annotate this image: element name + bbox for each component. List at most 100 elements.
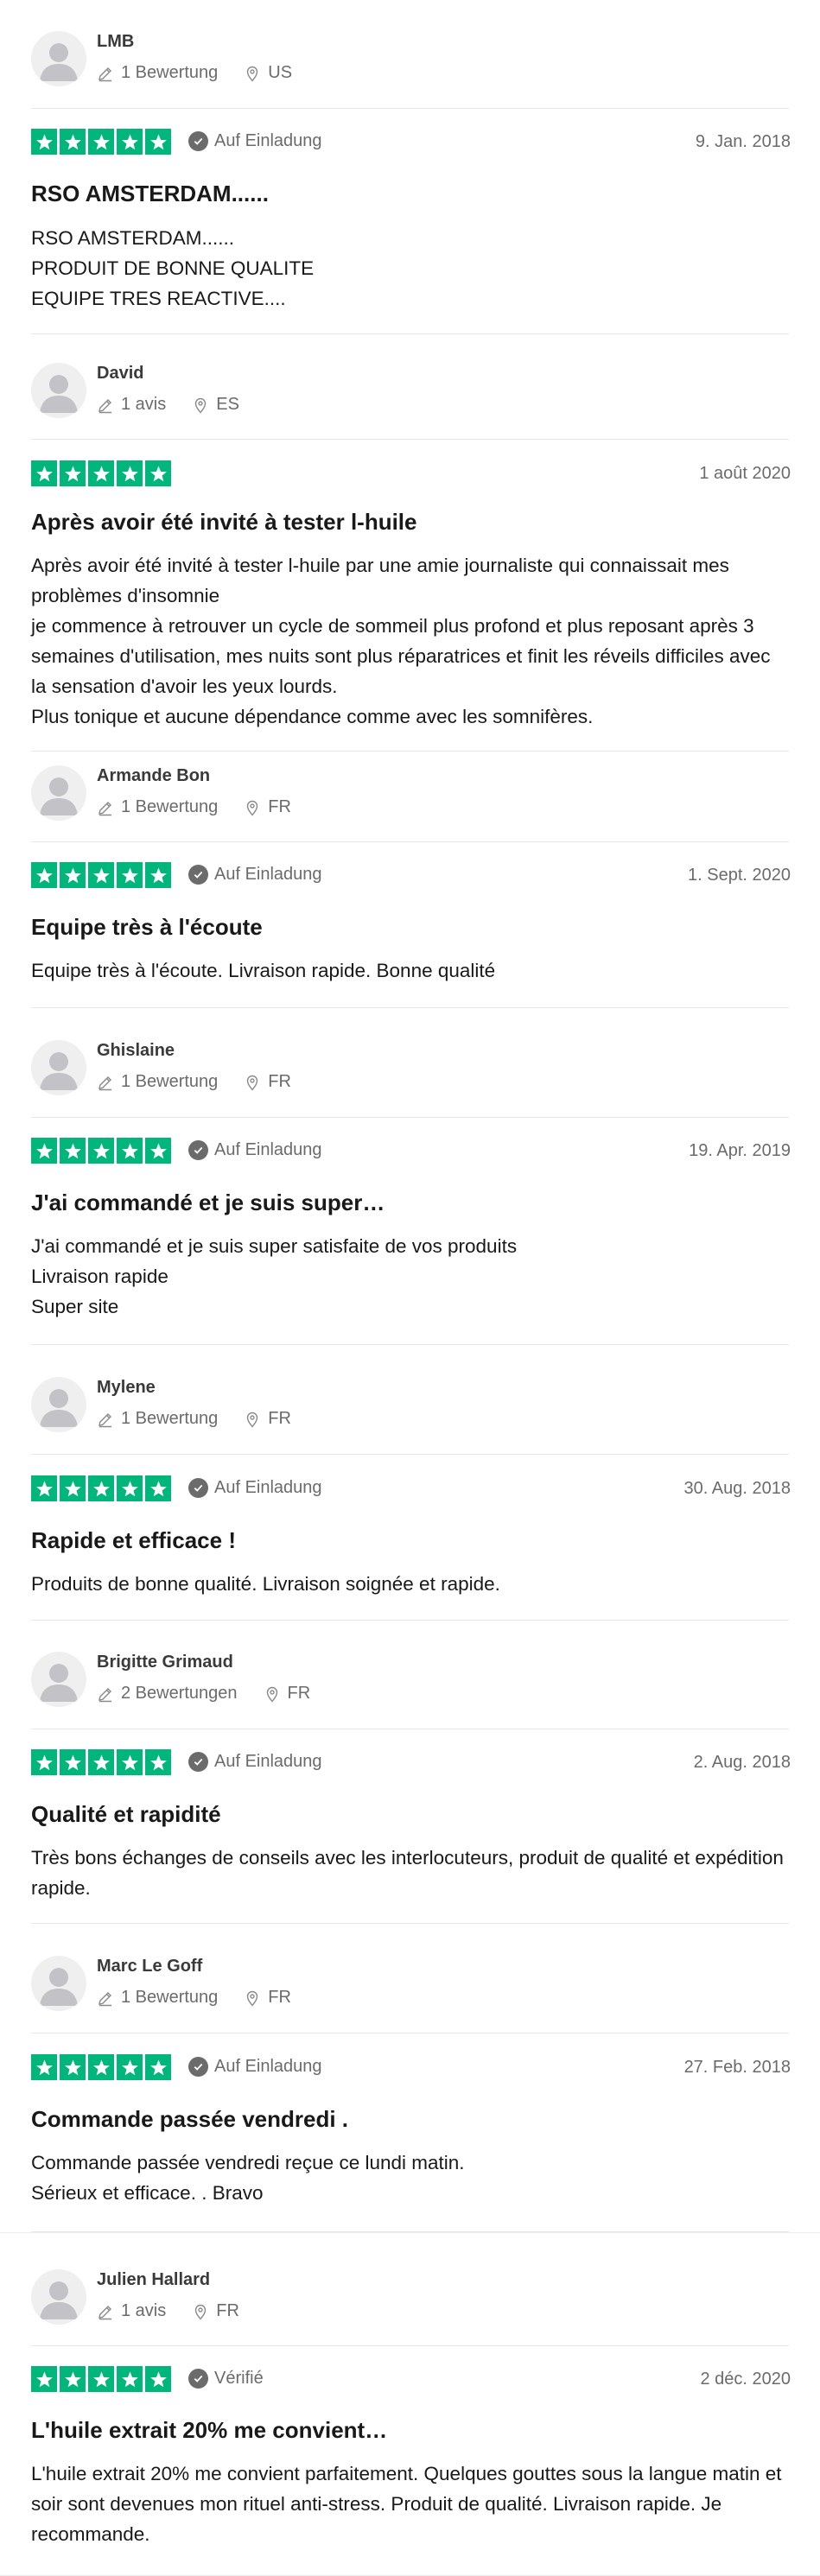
review-title[interactable]: J'ai commandé et je suis super… <box>31 1190 789 1216</box>
review-text: RSO AMSTERDAM...... PRODUIT DE BONNE QUA… <box>31 227 315 309</box>
pencil-icon <box>97 1989 114 2007</box>
star-icon <box>60 460 86 486</box>
badge-label: Auf Einladung <box>214 1478 322 1497</box>
star-icon <box>88 2366 114 2392</box>
star-icon <box>88 862 114 888</box>
reviewer-name[interactable]: Mylene <box>97 1378 156 1398</box>
review-count: 1 Bewertung <box>121 63 219 82</box>
review-count: 1 Bewertung <box>121 1988 219 2007</box>
verification-badge[interactable]: Auf Einladung <box>188 1752 322 1772</box>
review-card: Mylene 1 Bewertung FR Auf Einladung 30. … <box>0 1346 820 1621</box>
star-icon <box>88 2054 114 2080</box>
avatar[interactable] <box>31 363 86 418</box>
review-count: 1 Bewertung <box>121 1072 219 1091</box>
verification-badge[interactable]: Auf Einladung <box>188 1140 322 1160</box>
badge-label: Auf Einladung <box>214 131 322 150</box>
star-rating <box>31 2054 171 2080</box>
divider <box>31 333 789 334</box>
star-icon <box>145 1138 171 1164</box>
pencil-icon <box>97 397 114 414</box>
review-title[interactable]: Rapide et efficace ! <box>31 1527 789 1554</box>
avatar[interactable] <box>31 1040 86 1095</box>
star-icon <box>31 862 57 888</box>
star-icon <box>60 1475 86 1501</box>
review-count: 1 Bewertung <box>121 1409 219 1428</box>
avatar[interactable] <box>31 1652 86 1707</box>
avatar[interactable] <box>31 1956 86 2011</box>
reviewer-name[interactable]: Armande Bon <box>97 766 210 786</box>
reviewer-name[interactable]: LMB <box>97 32 134 52</box>
review-count: 1 avis <box>121 395 167 414</box>
review-date: 1 août 2020 <box>699 464 791 483</box>
checkmark-circle-icon <box>188 1752 208 1772</box>
star-icon <box>31 1749 57 1775</box>
checkmark-circle-icon <box>188 2057 208 2077</box>
review-text: Après avoir été invité à tester l-huile … <box>31 555 771 727</box>
reviewer-country: US <box>268 63 293 82</box>
reviewer-meta: 1 Bewertung US <box>97 63 292 83</box>
star-rating <box>31 862 171 888</box>
divider <box>31 1007 789 1008</box>
review-card: Armande Bon 1 Bewertung FR Auf Einladung… <box>0 752 820 1009</box>
location-pin-icon <box>192 2303 209 2320</box>
review-title[interactable]: Equipe très à l'écoute <box>31 914 789 941</box>
star-icon <box>60 129 86 155</box>
verification-badge[interactable]: Auf Einladung <box>188 131 322 151</box>
star-icon <box>31 460 57 486</box>
review-title[interactable]: Qualité et rapidité <box>31 1801 789 1828</box>
star-icon <box>60 2366 86 2392</box>
star-icon <box>145 2054 171 2080</box>
review-date: 9. Jan. 2018 <box>695 132 791 151</box>
verification-badge[interactable]: Auf Einladung <box>188 1478 322 1498</box>
avatar[interactable] <box>31 765 86 821</box>
divider <box>31 2345 789 2346</box>
star-icon <box>88 1138 114 1164</box>
reviewer-country: ES <box>216 395 239 414</box>
reviewer-country: FR <box>268 1409 291 1428</box>
pencil-icon <box>97 2303 114 2320</box>
reviewer-name[interactable]: Ghislaine <box>97 1041 175 1061</box>
reviewer-country: FR <box>268 1988 291 2007</box>
star-icon <box>117 129 143 155</box>
review-title[interactable]: Après avoir été invité à tester l-huile <box>31 509 789 536</box>
review-text: Produits de bonne qualité. Livraison soi… <box>31 1573 500 1595</box>
location-pin-icon <box>244 1411 261 1428</box>
review-title[interactable]: RSO AMSTERDAM...... <box>31 181 789 207</box>
reviewer-name[interactable]: David <box>97 364 143 384</box>
reviewer-name[interactable]: Marc Le Goff <box>97 1957 202 1976</box>
badge-label: Auf Einladung <box>214 1140 322 1159</box>
pencil-icon <box>97 65 114 82</box>
review-date: 19. Apr. 2019 <box>689 1141 791 1160</box>
review-card: Ghislaine 1 Bewertung FR Auf Einladung 1… <box>0 1009 820 1346</box>
badge-label: Vérifié <box>214 2369 264 2388</box>
star-rating <box>31 1475 171 1501</box>
star-icon <box>117 2366 143 2392</box>
star-icon <box>88 1749 114 1775</box>
star-icon <box>117 1749 143 1775</box>
star-icon <box>145 2366 171 2392</box>
review-title[interactable]: L'huile extrait 20% me convient… <box>31 2417 789 2444</box>
review-count: 1 Bewertung <box>121 797 219 816</box>
verification-badge[interactable]: Auf Einladung <box>188 865 322 885</box>
avatar[interactable] <box>31 1377 86 1432</box>
divider <box>31 841 789 842</box>
reviewer-name[interactable]: Brigitte Grimaud <box>97 1653 233 1672</box>
avatar[interactable] <box>31 2269 86 2325</box>
reviewer-name[interactable]: Julien Hallard <box>97 2270 210 2290</box>
reviewer-meta: 1 Bewertung FR <box>97 1409 291 1429</box>
star-icon <box>31 2054 57 2080</box>
pencil-icon <box>97 1074 114 1091</box>
reviewer-country: FR <box>216 2301 239 2320</box>
review-title[interactable]: Commande passée vendredi . <box>31 2106 789 2133</box>
star-icon <box>117 1138 143 1164</box>
avatar[interactable] <box>31 31 86 86</box>
verification-badge[interactable]: Auf Einladung <box>188 2057 322 2077</box>
star-rating <box>31 129 171 155</box>
reviewer-meta: 1 avis FR <box>97 2301 239 2321</box>
star-icon <box>145 460 171 486</box>
review-text: L'huile extrait 20% me convient parfaite… <box>31 2463 782 2545</box>
verification-badge[interactable]: Vérifié <box>188 2369 264 2389</box>
star-icon <box>88 460 114 486</box>
pencil-icon <box>97 1685 114 1703</box>
divider <box>31 1117 789 1118</box>
